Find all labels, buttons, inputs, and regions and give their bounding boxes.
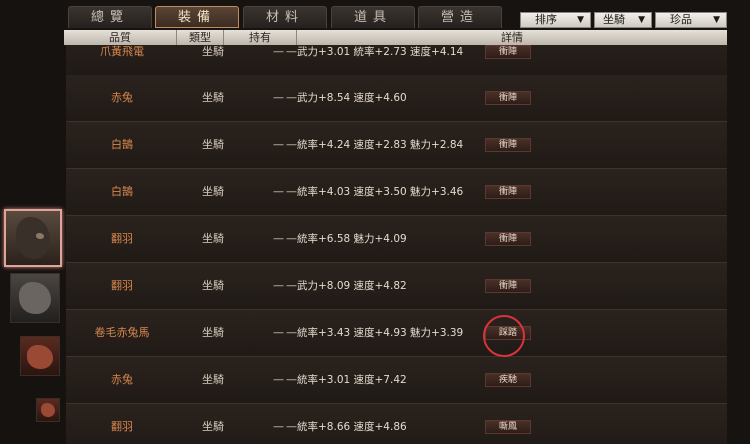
mount-stats: 統率+3.01 速度+7.42 bbox=[297, 374, 407, 386]
chevron-down-icon: ▼ bbox=[713, 15, 720, 25]
mount-stats: 統率+3.43 速度+4.93 魅力+3.39 bbox=[297, 327, 464, 339]
column-header-type[interactable]: 類型 bbox=[177, 30, 224, 45]
mount-stats: 統率+8.66 速度+4.86 bbox=[297, 421, 407, 433]
rarity-filter-label: 珍品 bbox=[670, 13, 692, 26]
mount-name: 翻羽 bbox=[111, 279, 133, 292]
column-header-owned[interactable]: 持有 bbox=[224, 30, 297, 45]
mount-filter-label: 坐騎 bbox=[603, 13, 625, 26]
mount-name: 翻羽 bbox=[111, 232, 133, 245]
mount-thumbnail-3[interactable] bbox=[20, 336, 60, 376]
column-header-details[interactable]: 詳情 bbox=[297, 30, 727, 45]
mount-skill-button[interactable]: 衝陣 bbox=[485, 279, 531, 293]
mount-name: 赤兔 bbox=[111, 373, 133, 386]
mount-skill-button[interactable]: 衝陣 bbox=[485, 45, 531, 59]
mount-stats: 統率+4.03 速度+3.50 魅力+3.46 bbox=[297, 186, 464, 198]
sort-dropdown-label: 排序 bbox=[535, 13, 557, 26]
highlight-circle bbox=[483, 315, 525, 357]
horse-eye-icon bbox=[36, 233, 44, 239]
sort-dropdown[interactable]: 排序 ▼ bbox=[520, 12, 591, 28]
small-red-horse-icon bbox=[41, 403, 55, 417]
table-row[interactable]: 翻羽 坐騎 —— 統率+8.66 速度+4.86 嘶鳳 bbox=[66, 404, 727, 444]
table-row[interactable]: 翻羽 坐騎 —— 統率+6.58 魅力+4.09 衝陣 bbox=[66, 216, 727, 263]
mount-stats: 統率+4.24 速度+2.83 魅力+2.84 bbox=[297, 139, 464, 151]
mount-skill-button[interactable]: 衝陣 bbox=[485, 138, 531, 152]
tab-construction[interactable]: 營造 bbox=[418, 6, 502, 28]
tab-overview[interactable]: 總覽 bbox=[68, 6, 152, 28]
rarity-filter-dropdown[interactable]: 珍品 ▼ bbox=[655, 12, 727, 28]
table-header: 品質 類型 持有 詳情 bbox=[64, 30, 727, 45]
scrollbar-track[interactable] bbox=[727, 45, 750, 444]
mount-thumbnail-selected[interactable] bbox=[4, 209, 62, 267]
mount-name: 白鵠 bbox=[111, 185, 133, 198]
mount-thumbnail-2[interactable] bbox=[10, 273, 60, 323]
mount-thumbnail-strip bbox=[0, 0, 66, 444]
red-horse-icon bbox=[27, 345, 53, 369]
mount-stats: 武力+3.01 統率+2.73 速度+4.14 bbox=[297, 46, 464, 58]
tab-equipment[interactable]: 裝備 bbox=[155, 6, 239, 28]
mount-stats: 統率+6.58 魅力+4.09 bbox=[297, 233, 407, 245]
mount-name: 爪黃飛電 bbox=[100, 45, 144, 58]
column-header-quality[interactable]: 品質 bbox=[64, 30, 177, 45]
mount-skill-button[interactable]: 嘶鳳 bbox=[485, 420, 531, 434]
mount-skill-button[interactable]: 疾馳 bbox=[485, 373, 531, 387]
mount-stats: 武力+8.09 速度+4.82 bbox=[297, 280, 407, 292]
table-row[interactable]: 白鵠 坐騎 —— 統率+4.24 速度+2.83 魅力+2.84 衝陣 bbox=[66, 122, 727, 169]
gray-horse-icon bbox=[19, 282, 51, 314]
table-row[interactable]: 卷毛赤兔馬 坐騎 —— 統率+3.43 速度+4.93 魅力+3.39 踩踏 bbox=[66, 310, 727, 357]
table-row[interactable]: 翻羽 坐騎 —— 武力+8.09 速度+4.82 衝陣 bbox=[66, 263, 727, 310]
mount-name: 卷毛赤兔馬 bbox=[94, 326, 150, 339]
chevron-down-icon: ▼ bbox=[577, 15, 584, 25]
table-row[interactable]: 赤兔 坐騎 —— 武力+8.54 速度+4.60 衝陣 bbox=[66, 75, 727, 122]
mount-stats: 武力+8.54 速度+4.60 bbox=[297, 92, 407, 104]
mount-skill-button[interactable]: 衝陣 bbox=[485, 185, 531, 199]
mount-name: 赤兔 bbox=[111, 91, 133, 104]
table-row[interactable]: 赤兔 坐騎 —— 統率+3.01 速度+7.42 疾馳 bbox=[66, 357, 727, 404]
table-row[interactable]: 爪黃飛電 坐騎 —— 武力+3.01 統率+2.73 速度+4.14 衝陣 bbox=[66, 45, 727, 76]
tab-materials[interactable]: 材料 bbox=[243, 6, 327, 28]
mount-name: 白鵠 bbox=[111, 138, 133, 151]
mount-thumbnail-4[interactable] bbox=[36, 398, 60, 422]
mount-filter-dropdown[interactable]: 坐騎 ▼ bbox=[594, 12, 652, 28]
tab-items[interactable]: 道具 bbox=[331, 6, 415, 28]
horse-portrait-icon bbox=[16, 217, 50, 259]
mount-skill-button[interactable]: 衝陣 bbox=[485, 232, 531, 246]
mount-table: 爪黃飛電 坐騎 —— 武力+3.01 統率+2.73 速度+4.14 衝陣 赤兔 坐騎 —— 武… bbox=[66, 45, 727, 444]
mount-skill-button[interactable]: 衝陣 bbox=[485, 91, 531, 105]
chevron-down-icon: ▼ bbox=[638, 15, 645, 25]
table-row[interactable]: 白鵠 坐騎 —— 統率+4.03 速度+3.50 魅力+3.46 衝陣 bbox=[66, 169, 727, 216]
mount-name: 翻羽 bbox=[111, 420, 133, 433]
